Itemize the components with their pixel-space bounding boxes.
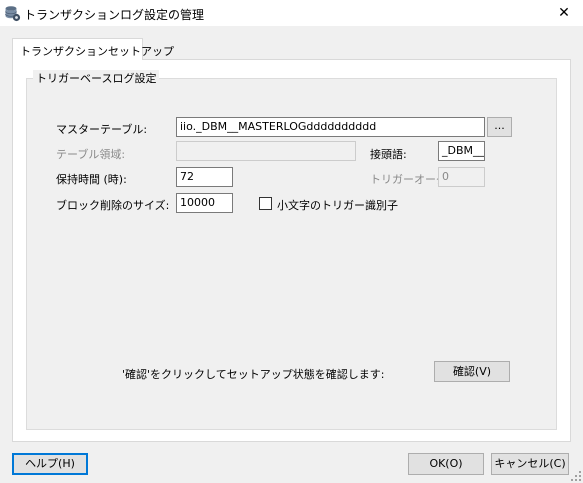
retention-input[interactable]: 72 [176, 167, 233, 187]
tab-transaction-setup[interactable]: トランザクションセットアップ [12, 38, 174, 60]
window-title: トランザクションログ設定の管理 [24, 8, 205, 22]
close-button[interactable]: ✕ [548, 2, 580, 24]
confirm-hint: '確認'をクリックしてセットアップ状態を確認します: [122, 368, 385, 381]
confirm-button[interactable]: 確認(V) [434, 361, 510, 382]
block-delete-input[interactable]: 10000 [176, 193, 233, 213]
table-area-label: テーブル領域: [56, 148, 126, 161]
prefix-label: 接頭語: [370, 148, 407, 161]
lowercase-label: 小文字のトリガー識別子 [277, 199, 398, 212]
prefix-input[interactable]: _DBM__ [438, 141, 485, 161]
ok-button[interactable]: OK(O) [408, 453, 484, 475]
title-bar: トランザクションログ設定の管理 ✕ [0, 0, 583, 27]
resize-grip-icon[interactable] [570, 470, 582, 482]
close-icon: ✕ [558, 5, 570, 21]
lowercase-checkbox[interactable] [259, 197, 272, 210]
trigger-order-input[interactable]: 0 [438, 167, 485, 187]
cancel-button[interactable]: キャンセル(C) [491, 453, 569, 475]
master-table-label: マスターテーブル: [56, 123, 148, 136]
help-button[interactable]: ヘルプ(H) [12, 453, 88, 475]
block-delete-label: ブロック削除のサイズ: [56, 199, 170, 212]
retention-label: 保持時間 (時): [56, 173, 127, 186]
table-area-input[interactable] [176, 141, 356, 161]
master-table-input[interactable]: iio._DBM__MASTERLOGdddddddddd [176, 117, 485, 137]
tab-label: トランザクションセットアップ [20, 45, 174, 58]
group-title: トリガーベースログ設定 [33, 70, 160, 86]
browse-button[interactable]: ... [487, 117, 512, 137]
database-gear-icon [5, 6, 21, 22]
